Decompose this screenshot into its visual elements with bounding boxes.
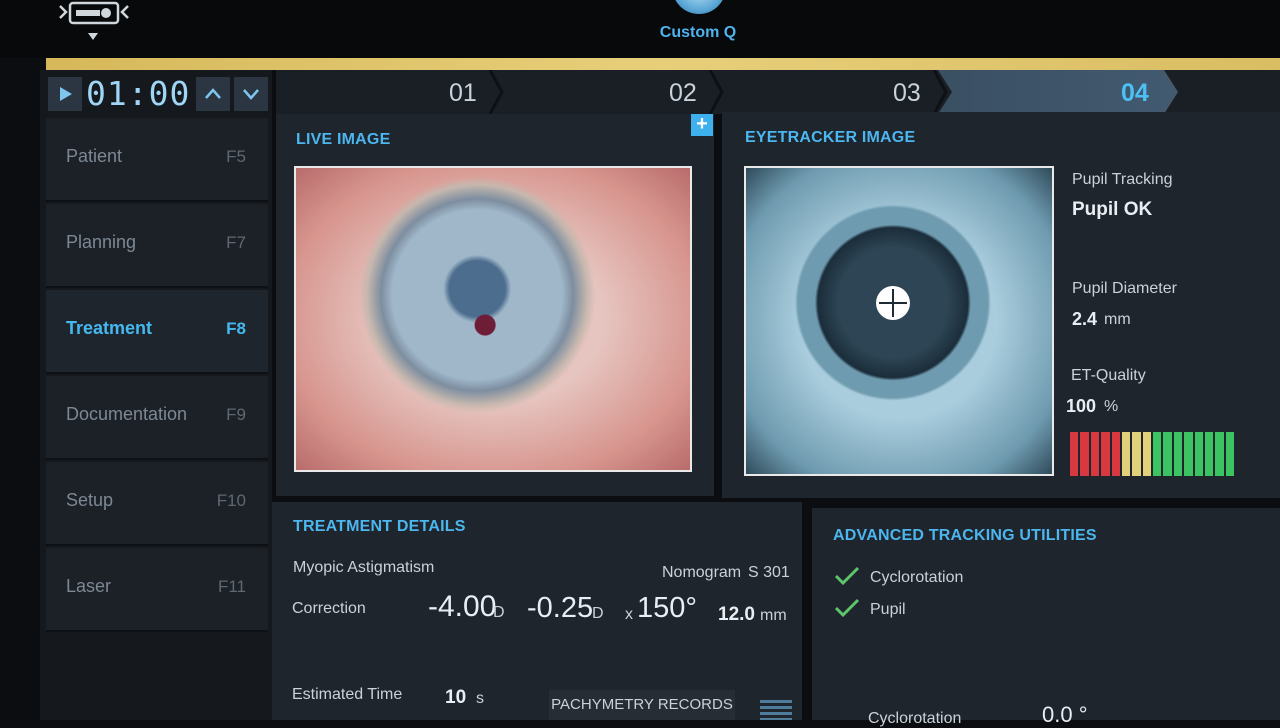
correction-label: Correction: [292, 600, 366, 617]
et-quality-segment: [1070, 432, 1079, 476]
nav-label: Laser: [66, 576, 112, 596]
add-button[interactable]: +: [691, 114, 713, 136]
timer-play-button[interactable]: [48, 77, 82, 111]
patient-bed-icon[interactable]: [58, 0, 130, 26]
nav-item-planning[interactable]: Planning F7: [46, 204, 268, 288]
nav-label: Documentation: [66, 404, 188, 424]
pupil-tracking-value: Pupil OK: [1072, 199, 1153, 220]
tab-step-04[interactable]: 04: [1121, 74, 1149, 112]
et-quality-segment: [1194, 432, 1203, 476]
cyclorotation-value: 0.0 °: [1042, 702, 1088, 727]
sphere-unit: D: [493, 604, 505, 621]
nav-label: Planning: [66, 232, 137, 252]
status-accent-bar: [46, 58, 1280, 70]
tracking-item-pupil: Pupil: [870, 601, 906, 618]
timer-display: 01:00: [86, 74, 191, 113]
eyetracker-title: EYETRACKER IMAGE: [745, 129, 916, 146]
et-quality-segment: [1215, 432, 1224, 476]
pupil-diameter-label: Pupil Diameter: [1072, 280, 1177, 297]
cyclorotation-label: Cyclorotation: [868, 710, 962, 727]
nav-shortcut: F5: [226, 147, 246, 166]
tab-step-03[interactable]: 03: [893, 74, 921, 112]
eyetracker-eye-image: [744, 166, 1054, 476]
live-eye-image: [294, 166, 692, 472]
sphere-value: -4.00: [428, 590, 497, 623]
et-quality-segment: [1132, 432, 1141, 476]
axis-prefix: x: [625, 606, 633, 623]
et-quality-unit: %: [1104, 398, 1119, 415]
cylinder-unit: D: [592, 605, 604, 622]
estimated-time-label: Estimated Time: [292, 686, 403, 703]
et-quality-segment: [1121, 432, 1131, 476]
et-quality-segment: [1101, 432, 1110, 476]
et-quality-segment: [1204, 432, 1214, 476]
et-quality-segment: [1080, 432, 1089, 476]
nav-label: Treatment: [66, 318, 153, 338]
nomogram-label: Nomogram: [662, 564, 742, 581]
nav-item-patient[interactable]: Patient F5: [46, 118, 268, 202]
crosshair-icon: [876, 286, 910, 320]
zone-unit: mm: [760, 607, 787, 624]
estimated-time-unit: s: [476, 690, 484, 707]
et-quality-segment: [1173, 432, 1183, 476]
pachymetry-records-button[interactable]: PACHYMETRY RECORDS: [549, 690, 735, 720]
nav-shortcut: F10: [216, 491, 246, 510]
nav-item-documentation[interactable]: Documentation F9: [46, 376, 268, 460]
nav-label: Patient: [66, 146, 123, 166]
pupil-diameter-unit: mm: [1104, 311, 1131, 328]
nav-item-setup[interactable]: Setup F10: [46, 462, 268, 546]
check-icon: [834, 566, 860, 586]
et-quality-segment: [1225, 432, 1234, 476]
advanced-tracking-title: ADVANCED TRACKING UTILITIES: [833, 527, 1097, 544]
nav-shortcut: F7: [226, 233, 246, 252]
tab-step-02[interactable]: 02: [669, 74, 697, 112]
live-image-title: LIVE IMAGE: [296, 131, 391, 148]
et-quality-segment: [1184, 432, 1193, 476]
treatment-details-title: TREATMENT DETAILS: [293, 518, 466, 535]
nav-shortcut: F9: [226, 405, 246, 424]
chevron-right-icon: [932, 70, 948, 114]
et-quality-label: ET-Quality: [1071, 367, 1146, 384]
tracking-item-cyclorotation: Cyclorotation: [870, 569, 964, 586]
timer-down-button[interactable]: [234, 77, 268, 111]
pupil-diameter-value: 2.4: [1072, 309, 1098, 329]
nav-item-treatment[interactable]: Treatment F8: [46, 290, 268, 374]
nomogram-value: S 301: [748, 564, 790, 581]
nav-shortcut: F8: [226, 319, 246, 338]
diagnosis-text: Myopic Astigmatism: [293, 559, 435, 576]
dropdown-caret-icon[interactable]: [88, 28, 98, 40]
estimated-time-value: 10: [445, 687, 467, 708]
et-quality-segment: [1163, 432, 1172, 476]
chevron-right-icon: [488, 70, 504, 114]
timer-up-button[interactable]: [196, 77, 230, 111]
et-quality-meter: [1070, 432, 1234, 476]
profile-name[interactable]: Custom Q: [630, 24, 766, 42]
et-quality-segment: [1090, 432, 1100, 476]
list-icon[interactable]: [760, 698, 792, 720]
cylinder-value: -0.25: [527, 592, 594, 624]
pupil-tracking-label: Pupil Tracking: [1072, 171, 1173, 188]
zone-value: 12.0: [718, 604, 755, 625]
axis-value: 150°: [637, 592, 697, 624]
et-quality-value: 100: [1066, 396, 1097, 416]
nav-item-laser[interactable]: Laser F11: [46, 548, 268, 632]
nav-label: Setup: [66, 490, 114, 510]
tab-step-01[interactable]: 01: [449, 74, 477, 112]
check-icon: [834, 598, 860, 618]
nav-shortcut: F11: [217, 577, 246, 596]
et-quality-segment: [1153, 432, 1162, 476]
chevron-right-icon: [708, 70, 724, 114]
et-quality-segment: [1142, 432, 1151, 476]
et-quality-segment: [1111, 432, 1120, 476]
